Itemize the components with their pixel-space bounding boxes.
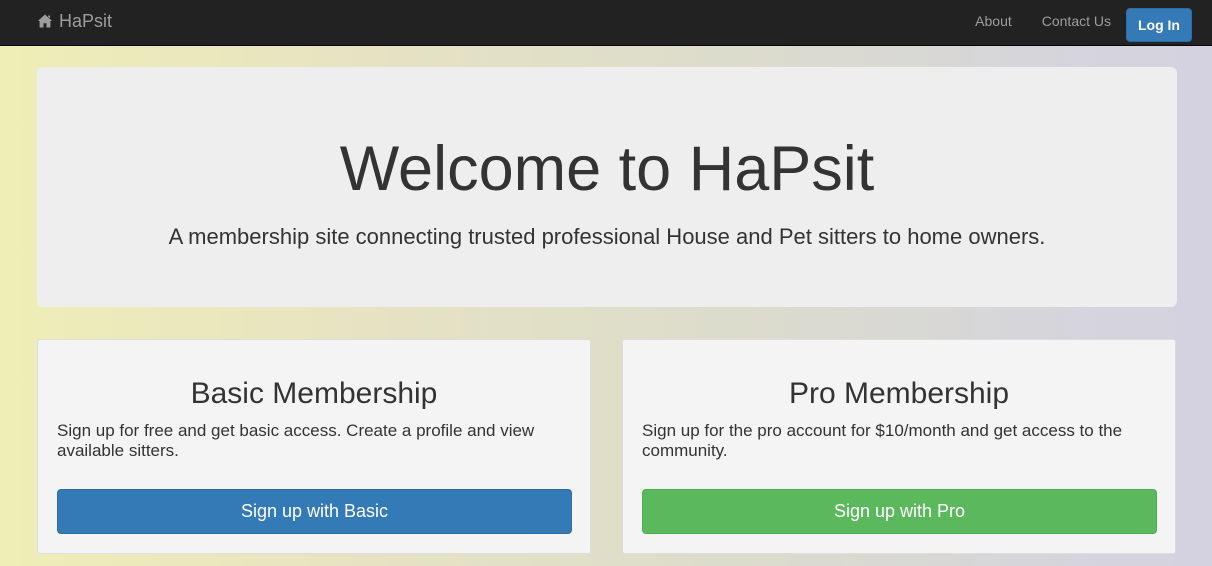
pro-membership-title: Pro Membership xyxy=(788,377,1010,410)
hero-subtitle: A membership site connecting trusted pro… xyxy=(168,224,1046,249)
hero-jumbotron: Welcome to HaPsit A membership site conn… xyxy=(37,67,1177,307)
brand-link[interactable]: HaPsit xyxy=(37,0,112,42)
top-navbar: HaPsit About Contact Us Log In xyxy=(0,0,1212,46)
basic-membership-description: Sign up for free and get basic access. C… xyxy=(57,421,535,460)
pro-membership-card: Pro Membership Sign up for the pro accou… xyxy=(622,339,1176,554)
basic-membership-card: Basic Membership Sign up for free and ge… xyxy=(37,339,591,554)
nav-links: About Contact Us Log In xyxy=(975,0,1192,42)
login-button[interactable]: Log In xyxy=(1126,8,1192,42)
nav-contact-link[interactable]: Contact Us xyxy=(1042,13,1111,29)
signup-pro-button[interactable]: Sign up with Pro xyxy=(642,489,1157,534)
hero-title: Welcome to HaPsit xyxy=(339,134,875,204)
brand-name: HaPsit xyxy=(59,10,113,31)
basic-membership-title: Basic Membership xyxy=(190,377,438,410)
pro-membership-description: Sign up for the pro account for $10/mont… xyxy=(642,421,1123,460)
home-icon xyxy=(37,13,53,29)
nav-about-link[interactable]: About xyxy=(975,13,1012,29)
signup-basic-button[interactable]: Sign up with Basic xyxy=(57,489,572,534)
